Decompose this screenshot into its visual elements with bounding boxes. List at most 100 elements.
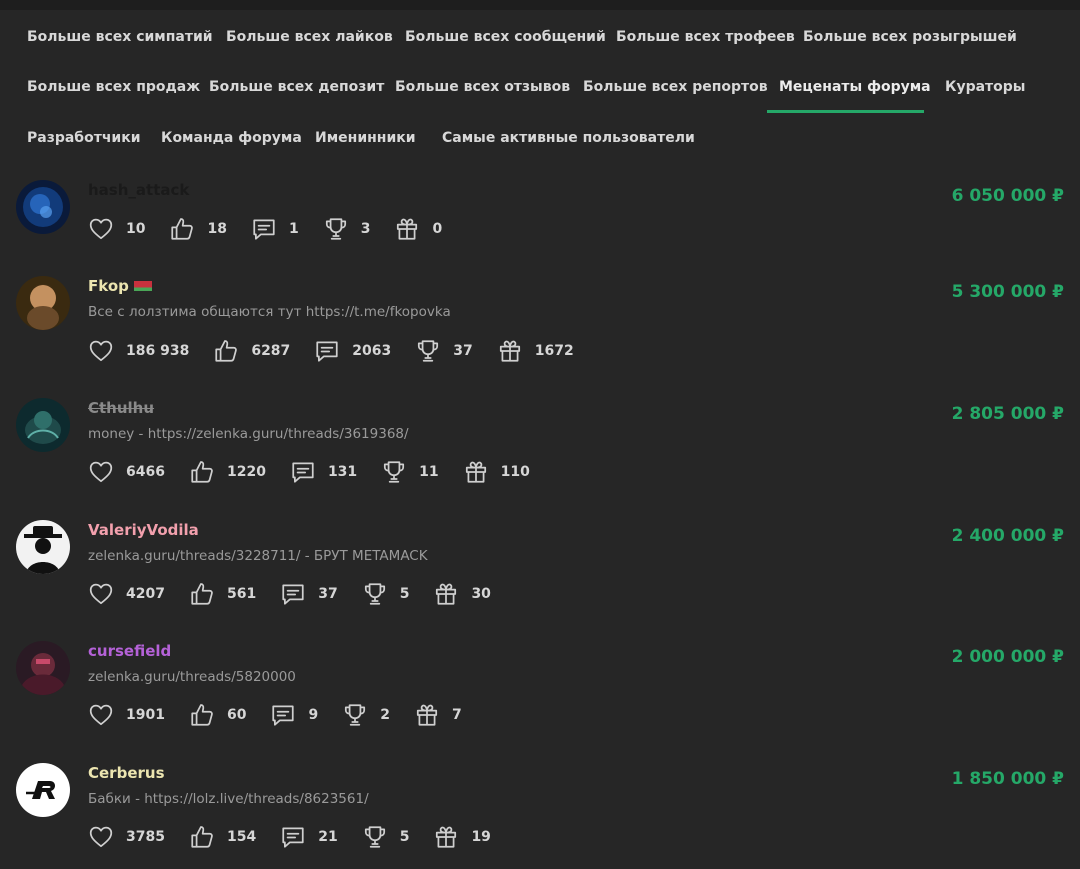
tab-deposit[interactable]: Больше всех депозит: [209, 77, 384, 97]
user-stats: 10 18 1 3 0: [88, 216, 466, 242]
stat-messages: 2063: [314, 338, 391, 364]
tab-sales[interactable]: Больше всех продаж: [27, 77, 200, 97]
trophy-icon: [362, 581, 388, 607]
stat-messages: 9: [270, 702, 318, 728]
heart-icon: [88, 702, 114, 728]
thumbs-up-icon: [189, 459, 215, 485]
avatar[interactable]: [16, 276, 70, 330]
active-tab-indicator: [767, 110, 924, 113]
thumbs-up-icon: [189, 581, 215, 607]
user-status: zelenka.guru/threads/3228711/ - БРУТ MET…: [88, 548, 428, 564]
tab-giveaways[interactable]: Больше всех розыгрышей: [803, 27, 1017, 47]
flag-icon: [133, 280, 152, 291]
stat-trophies: 37: [415, 338, 473, 364]
stat-gifts: 0: [394, 216, 442, 242]
stat-thumbs: 18: [169, 216, 227, 242]
gift-icon: [394, 216, 420, 242]
trophy-icon: [342, 702, 368, 728]
avatar[interactable]: [16, 763, 70, 817]
trophy-icon: [415, 338, 441, 364]
user-status: money - https://zelenka.guru/threads/361…: [88, 426, 409, 442]
leaderboard-tabs: Больше всех симпатий Больше всех лайков …: [0, 10, 1080, 162]
user-row: ValeriyVodila zelenka.guru/threads/32287…: [0, 510, 1080, 620]
gift-icon: [433, 581, 459, 607]
stat-messages: 21: [280, 824, 338, 850]
stat-gifts: 19: [433, 824, 491, 850]
username[interactable]: ValeriyVodila: [88, 520, 199, 540]
donation-amount: 5 300 000 ₽: [951, 282, 1064, 302]
stat-likes: 1901: [88, 702, 165, 728]
tab-curators[interactable]: Кураторы: [945, 77, 1025, 97]
donation-amount: 6 050 000 ₽: [951, 186, 1064, 206]
user-stats: 3785 154 21 5 19: [88, 824, 515, 850]
gift-icon: [463, 459, 489, 485]
tab-developers[interactable]: Разработчики: [27, 128, 141, 148]
thumbs-up-icon: [169, 216, 195, 242]
tab-reports[interactable]: Больше всех репортов: [583, 77, 768, 97]
stat-likes: 186 938: [88, 338, 189, 364]
thumbs-up-icon: [189, 824, 215, 850]
gift-icon: [414, 702, 440, 728]
message-icon: [280, 581, 306, 607]
stat-messages: 37: [280, 581, 338, 607]
username[interactable]: hash_attack: [88, 180, 189, 200]
tab-patrons[interactable]: Меценаты форума: [779, 77, 931, 97]
avatar[interactable]: [16, 641, 70, 695]
tab-forum-team[interactable]: Команда форума: [161, 128, 302, 148]
message-icon: [280, 824, 306, 850]
stat-messages: 131: [290, 459, 357, 485]
thumbs-up-icon: [213, 338, 239, 364]
tab-likes[interactable]: Больше всех лайков: [226, 27, 393, 47]
avatar[interactable]: [16, 180, 70, 234]
user-stats: 6466 1220 131 11 110: [88, 459, 554, 485]
gift-icon: [433, 824, 459, 850]
donation-amount: 2 000 000 ₽: [951, 647, 1064, 667]
stat-thumbs: 1220: [189, 459, 266, 485]
user-row: hash_attack 6 050 000 ₽ 10 18 1 3 0: [0, 170, 1080, 270]
avatar[interactable]: [16, 398, 70, 452]
tab-reviews[interactable]: Больше всех отзывов: [395, 77, 570, 97]
stat-likes: 6466: [88, 459, 165, 485]
thumbs-up-icon: [189, 702, 215, 728]
message-icon: [314, 338, 340, 364]
message-icon: [290, 459, 316, 485]
stat-trophies: 3: [323, 216, 370, 242]
user-status: zelenka.guru/threads/5820000: [88, 669, 296, 685]
donation-amount: 2 400 000 ₽: [951, 526, 1064, 546]
tab-messages[interactable]: Больше всех сообщений: [405, 27, 606, 47]
trophy-icon: [323, 216, 349, 242]
username[interactable]: Fkop: [88, 276, 152, 296]
stat-messages: 1: [251, 216, 299, 242]
username[interactable]: Cerberus: [88, 763, 165, 783]
tab-most-active[interactable]: Самые активные пользователи: [442, 128, 695, 148]
user-status: Все с лолзтима общаются тут https://t.me…: [88, 304, 451, 320]
stat-thumbs: 154: [189, 824, 256, 850]
avatar[interactable]: [16, 520, 70, 574]
stat-gifts: 110: [463, 459, 530, 485]
stat-thumbs: 561: [189, 581, 256, 607]
donation-amount: 2 805 000 ₽: [951, 404, 1064, 424]
user-row: Cerberus Бабки - https://lolz.live/threa…: [0, 753, 1080, 863]
user-row: Fkop Все с лолзтима общаются тут https:/…: [0, 266, 1080, 376]
stat-likes: 3785: [88, 824, 165, 850]
trophy-icon: [381, 459, 407, 485]
stat-likes: 10: [88, 216, 145, 242]
heart-icon: [88, 824, 114, 850]
stat-thumbs: 60: [189, 702, 246, 728]
tab-trophies[interactable]: Больше всех трофеев: [616, 27, 795, 47]
user-stats: 4207 561 37 5 30: [88, 581, 515, 607]
username[interactable]: Cthulhu: [88, 398, 154, 418]
stat-thumbs: 6287: [213, 338, 290, 364]
stat-gifts: 7: [414, 702, 462, 728]
heart-icon: [88, 338, 114, 364]
message-icon: [270, 702, 296, 728]
tab-birthdays[interactable]: Именинники: [315, 128, 416, 148]
tab-sympathies[interactable]: Больше всех симпатий: [27, 27, 213, 47]
stat-gifts: 1672: [497, 338, 574, 364]
user-stats: 186 938 6287 2063 37 1672: [88, 338, 598, 364]
username[interactable]: cursefield: [88, 641, 171, 661]
gift-icon: [497, 338, 523, 364]
stat-trophies: 5: [362, 581, 409, 607]
heart-icon: [88, 459, 114, 485]
heart-icon: [88, 581, 114, 607]
